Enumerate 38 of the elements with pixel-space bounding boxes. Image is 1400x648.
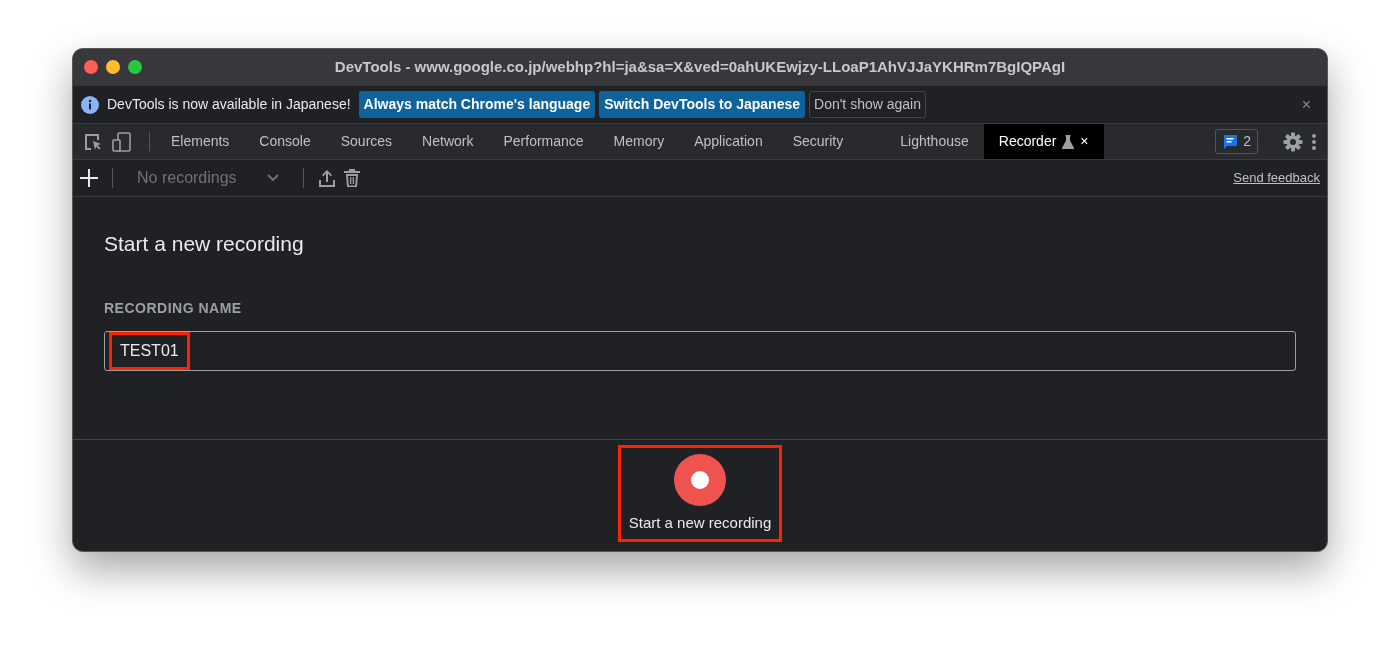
- panel-tab[interactable]: Security: [777, 124, 859, 159]
- field-label: RECORDING NAME: [104, 299, 243, 319]
- more-options-icon[interactable]: [1311, 132, 1317, 151]
- panel-tab[interactable]: Network: [407, 124, 489, 159]
- recording-name-field[interactable]: TEST01: [104, 331, 1296, 372]
- infobar-button[interactable]: Switch DevTools to Japanese: [599, 91, 805, 118]
- device-toolbar-icon[interactable]: [111, 130, 133, 153]
- start-recording-button[interactable]: Start a new recording: [617, 445, 783, 542]
- window-title: DevTools - www.google.co.jp/webhp?hl=ja&sa=X&ved=0ahUKEwjzy-LLoaP1AhVJJaYKHRm7BgIQPAgI: [334, 57, 1066, 78]
- panel-tab[interactable]: Elements: [156, 124, 245, 159]
- panel-tab[interactable]: Sources: [325, 124, 408, 159]
- panel-tab[interactable]: Recorder ×: [983, 124, 1104, 159]
- info-icon: [81, 95, 99, 114]
- settings-icon[interactable]: [1283, 131, 1303, 152]
- panel-tab[interactable]: Memory: [598, 124, 680, 159]
- message-icon: [1222, 133, 1239, 150]
- panel-tab[interactable]: Console: [244, 124, 326, 159]
- minimize-window-button[interactable]: [106, 60, 120, 74]
- issues-button[interactable]: 2: [1215, 129, 1258, 154]
- info-message: DevTools is now available in Japanese!: [107, 95, 351, 114]
- inspect-element-icon[interactable]: [83, 131, 103, 152]
- delete-icon[interactable]: [343, 169, 360, 187]
- close-tab-button[interactable]: ×: [1080, 131, 1089, 152]
- upload-icon[interactable]: [317, 169, 336, 187]
- panel-tab[interactable]: Performance: [488, 124, 599, 159]
- infobar-button[interactable]: Always match Chrome's language: [358, 91, 596, 118]
- chevron-down-icon: [266, 174, 279, 182]
- close-button[interactable]: ×: [1301, 92, 1319, 117]
- record-icon: [674, 454, 726, 506]
- add-icon[interactable]: [80, 169, 98, 187]
- send-feedback-link[interactable]: Send feedback: [1233, 168, 1320, 188]
- form-heading: Start a new recording: [104, 231, 305, 257]
- close-window-button[interactable]: [84, 60, 98, 74]
- panel-tab[interactable]: Application: [679, 124, 778, 159]
- panel-tab[interactable]: Lighthouse: [858, 124, 984, 159]
- issues-count: 2: [1243, 132, 1251, 151]
- infobar-button[interactable]: Don't show again: [809, 91, 926, 118]
- zoom-window-button[interactable]: [128, 60, 142, 74]
